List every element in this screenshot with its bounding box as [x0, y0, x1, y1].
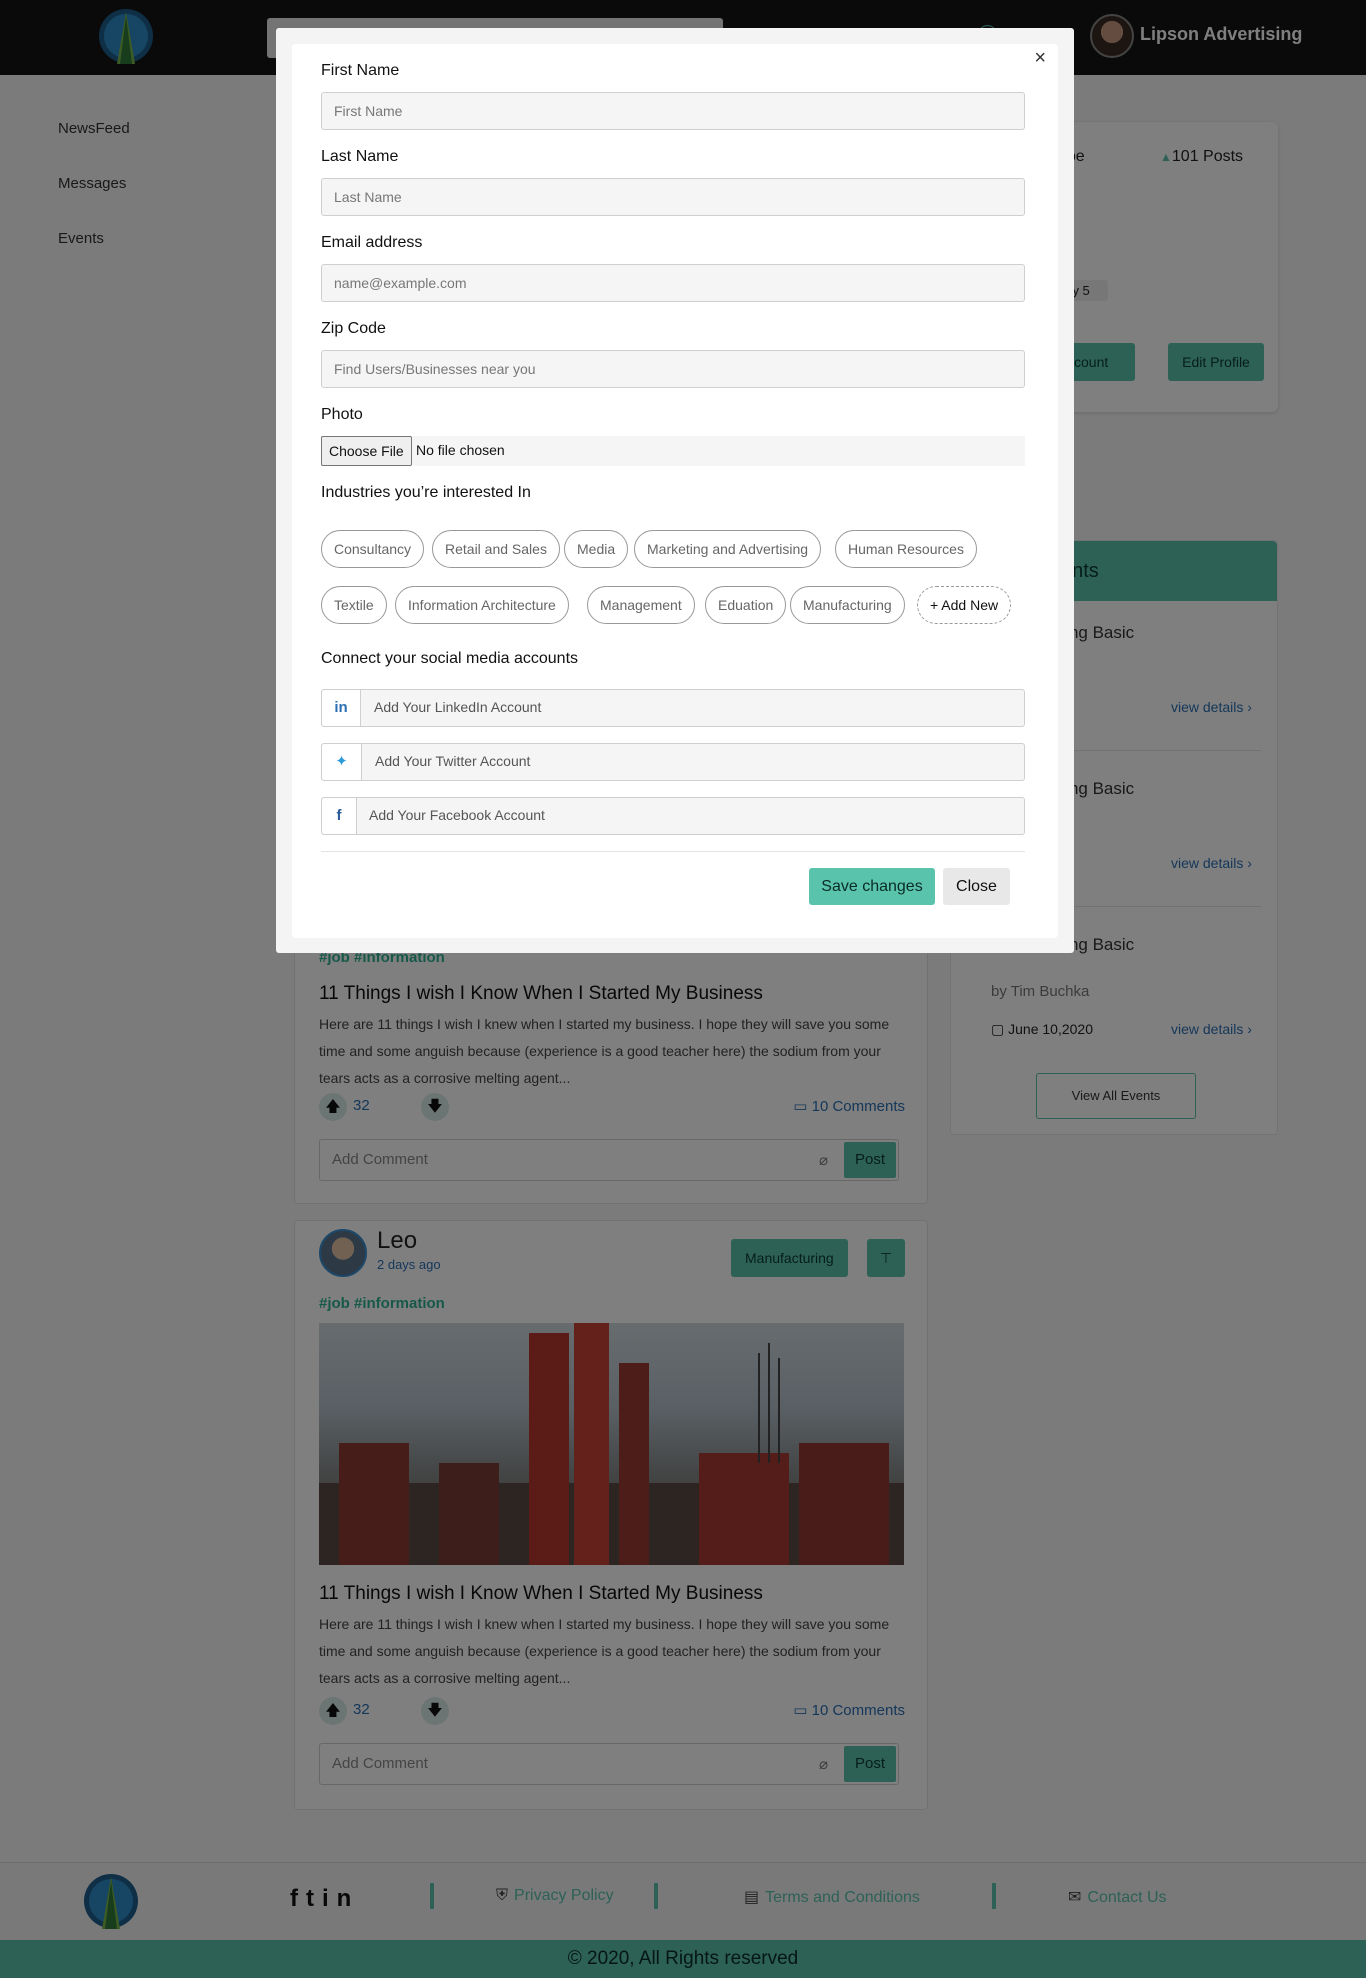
edit-profile-modal: × First Name Last Name Email address Zip…	[292, 44, 1058, 938]
industry-chip[interactable]: Retail and Sales	[432, 530, 560, 568]
industries-label: Industries you’re interested In	[321, 484, 531, 501]
add-new-industry-button[interactable]: + Add New	[917, 586, 1012, 624]
social-accounts-label: Connect your social media accounts	[321, 650, 579, 667]
email-label: Email address	[321, 234, 423, 251]
photo-file-input: Choose File No file chosen	[321, 436, 1025, 466]
industry-chip[interactable]: Marketing and Advertising	[634, 530, 822, 568]
industry-chip[interactable]: Human Resources	[835, 530, 977, 568]
photo-label: Photo	[321, 406, 363, 423]
industry-chip[interactable]: Textile	[321, 586, 387, 624]
twitter-placeholder: Add Your Twitter Account	[375, 753, 531, 769]
save-changes-button[interactable]: Save changes	[809, 868, 935, 905]
zip-code-label: Zip Code	[321, 320, 386, 337]
choose-file-button[interactable]: Choose File	[321, 436, 412, 466]
last-name-label: Last Name	[321, 148, 399, 165]
email-field[interactable]	[321, 264, 1025, 302]
facebook-icon: f	[322, 798, 357, 834]
industry-chip[interactable]: Consultancy	[321, 530, 425, 568]
linkedin-field[interactable]: in Add Your LinkedIn Account	[321, 689, 1025, 727]
first-name-label: First Name	[321, 62, 400, 79]
facebook-placeholder: Add Your Facebook Account	[369, 807, 545, 823]
first-name-field[interactable]	[321, 92, 1025, 130]
facebook-field[interactable]: f Add Your Facebook Account	[321, 797, 1025, 835]
last-name-field[interactable]	[321, 178, 1025, 216]
close-button[interactable]: Close	[943, 868, 1010, 905]
linkedin-placeholder: Add Your LinkedIn Account	[374, 699, 542, 715]
industry-chip[interactable]: Information Architecture	[395, 586, 569, 624]
zip-code-field[interactable]	[321, 350, 1025, 388]
twitter-icon: ✦	[322, 744, 362, 780]
modal-divider	[321, 851, 1025, 852]
industry-chip[interactable]: Management	[587, 586, 695, 624]
linkedin-icon: in	[322, 690, 361, 726]
twitter-field[interactable]: ✦ Add Your Twitter Account	[321, 743, 1025, 781]
industry-chip[interactable]: Media	[564, 530, 629, 568]
file-status: No file chosen	[416, 442, 505, 458]
industry-chip[interactable]: Manufacturing	[790, 586, 905, 624]
industry-chip[interactable]: Eduation	[705, 586, 787, 624]
close-icon[interactable]: ×	[1034, 48, 1046, 68]
